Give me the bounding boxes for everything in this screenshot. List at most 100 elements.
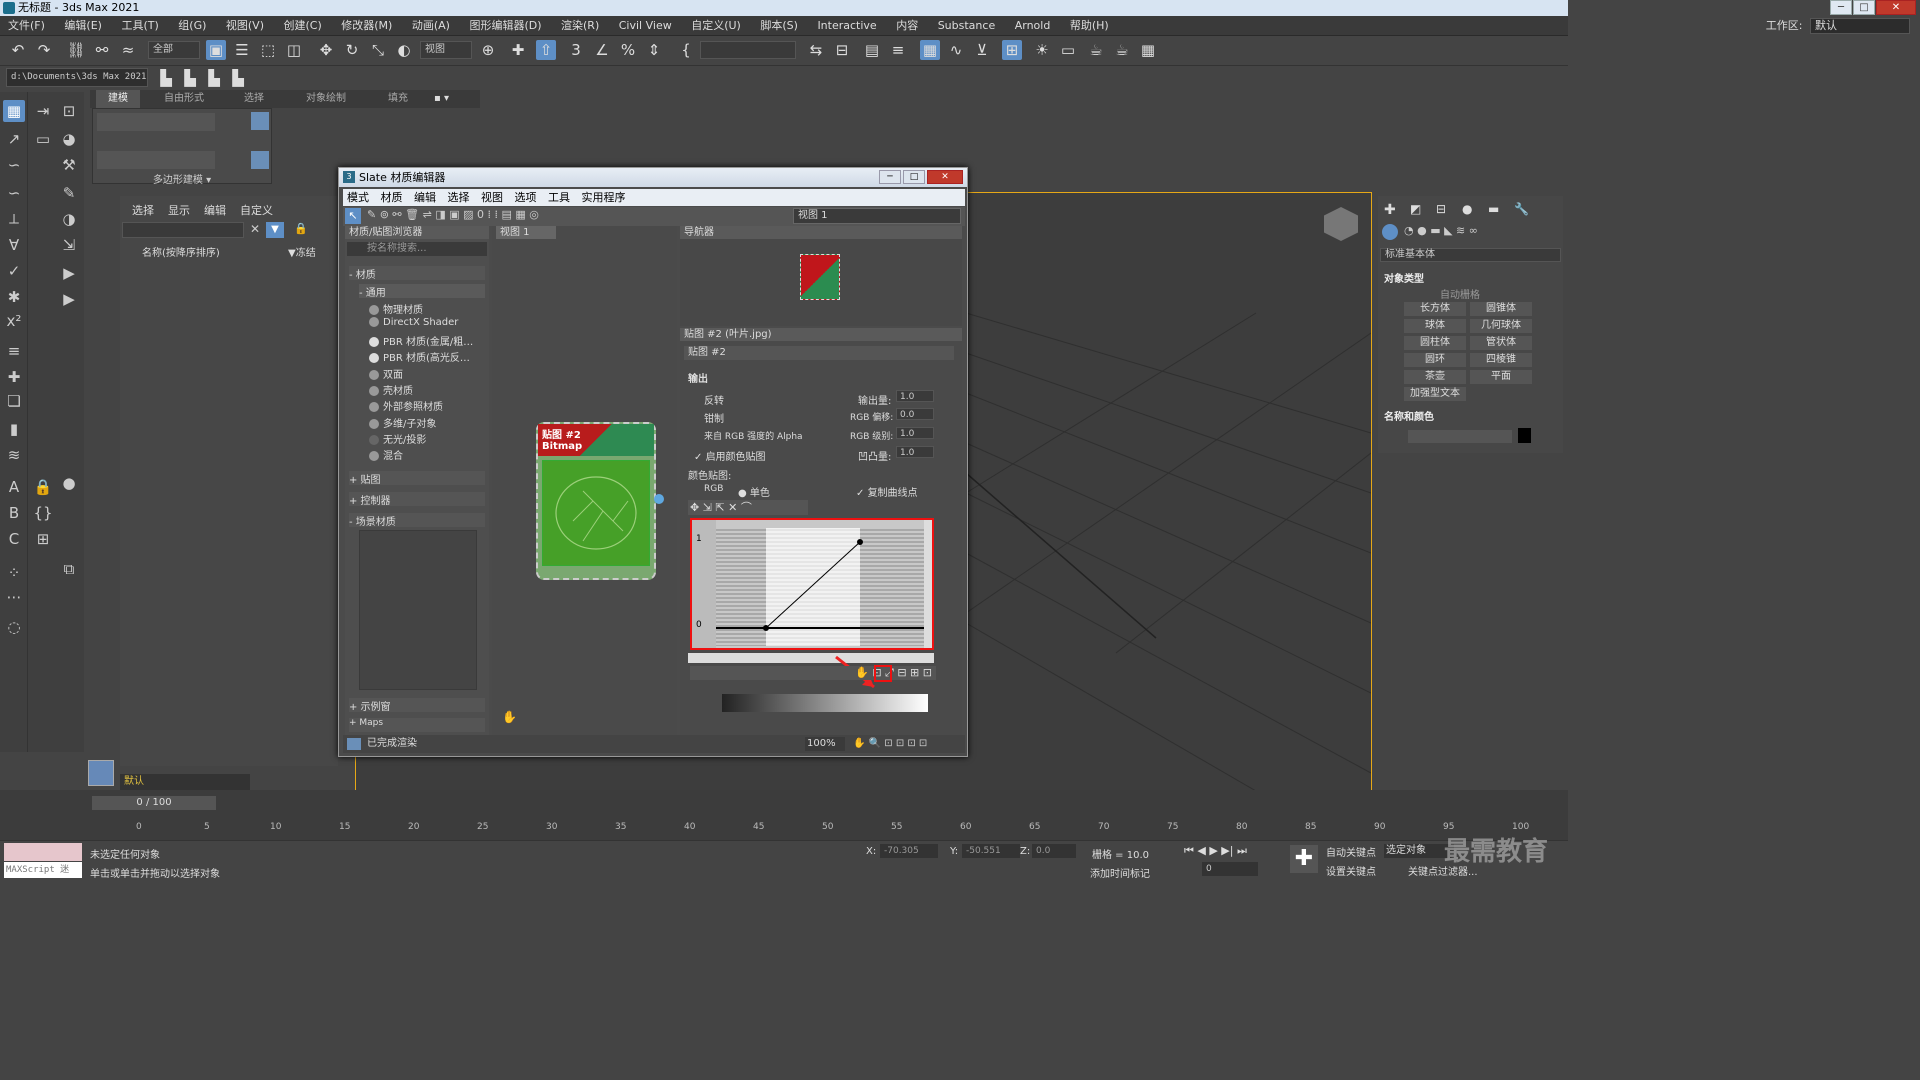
- output-amount-spinner[interactable]: 1.0: [896, 390, 934, 402]
- keyboard-shortcut-icon[interactable]: ⇧: [536, 40, 556, 60]
- current-frame-field[interactable]: 0: [1202, 862, 1258, 876]
- select-by-name-icon[interactable]: ☰: [232, 40, 252, 60]
- selection-filter-dropdown[interactable]: 全部: [148, 41, 200, 59]
- material-item[interactable]: 双面: [369, 366, 403, 381]
- menu-modifiers[interactable]: 修改器(M): [333, 16, 400, 36]
- menu-content[interactable]: 内容: [888, 16, 926, 36]
- project-settings-icon[interactable]: ▙: [228, 68, 248, 88]
- place-icon[interactable]: ◐: [394, 40, 414, 60]
- map-name-field[interactable]: 贴图 #2: [684, 346, 954, 360]
- slate-select-icon[interactable]: ↖: [345, 208, 361, 224]
- material-item[interactable]: PBR 材质(金属/粗…: [369, 333, 473, 348]
- edge-snap-icon[interactable]: ✓: [3, 260, 25, 282]
- scene-materials-group[interactable]: - 场景材质: [349, 513, 485, 528]
- lock-small-icon[interactable]: 🔒: [294, 222, 308, 235]
- add-key-icon[interactable]: ✚: [1290, 845, 1318, 873]
- slate-tool-icons[interactable]: ✎ ⊚ ⚯ 🗑 ⇌ ◨ ▣ ▨ 0 ⁞ ⁞ ▤ ▦ ◎: [367, 208, 539, 221]
- modify-tab-icon[interactable]: ◩: [1410, 202, 1421, 216]
- dots-icon[interactable]: ⁘: [3, 562, 25, 584]
- workspace-dropdown[interactable]: 默认: [1810, 18, 1910, 34]
- name-color-header[interactable]: 名称和颜色: [1384, 408, 1434, 423]
- clamp-checkbox[interactable]: 钳制: [704, 410, 724, 425]
- hierarchy-tab-icon[interactable]: ⊟: [1436, 202, 1446, 216]
- y-coord-field[interactable]: -50.551: [962, 844, 1020, 858]
- color-map-curve[interactable]: 1 0: [690, 518, 934, 650]
- material-item[interactable]: 无光/投影: [369, 431, 426, 446]
- clear-search-icon[interactable]: ✕: [250, 222, 262, 238]
- material-item[interactable]: 混合: [369, 447, 403, 462]
- scene-search-input[interactable]: [122, 222, 244, 238]
- bitmap-node[interactable]: 贴图 #2 Bitmap: [536, 422, 664, 580]
- slate-menu-modes[interactable]: 模式: [343, 189, 373, 206]
- navigator-thumbnail[interactable]: [800, 254, 840, 300]
- slate-menu-edit[interactable]: 编辑: [410, 189, 440, 206]
- window-crossing-icon[interactable]: ◫: [284, 40, 304, 60]
- z-coord-field[interactable]: 0.0: [1032, 844, 1076, 858]
- tab-modeling[interactable]: 建模: [96, 90, 140, 108]
- zoom-dropdown[interactable]: 100%: [805, 737, 845, 751]
- menu-scripting[interactable]: 脚本(S): [752, 16, 806, 36]
- utilities-tab-icon[interactable]: 🔧: [1514, 202, 1529, 216]
- paint-select-icon[interactable]: ↗: [3, 128, 25, 150]
- menu-edit[interactable]: 编辑(E): [56, 16, 110, 36]
- shapes-icon[interactable]: ◔ ● ▬ ◣ ≋ ∞: [1404, 224, 1478, 237]
- textplus-button[interactable]: 加强型文本: [1404, 387, 1466, 401]
- curve-view-tools[interactable]: ✋ ⊡ ⤢ ⊟ ⊞ ⊡: [690, 666, 936, 680]
- maxscript-listener-pink[interactable]: [4, 843, 82, 861]
- stack-tool-icon[interactable]: ⧉: [58, 558, 80, 580]
- copy-curve-points-checkbox[interactable]: ✓ 复制曲线点: [856, 484, 918, 499]
- render-icon[interactable]: ☕: [1086, 40, 1106, 60]
- select-tool-icon[interactable]: ▦: [3, 100, 25, 122]
- geometry-icon[interactable]: [1382, 224, 1398, 240]
- align-icon[interactable]: ⊟: [832, 40, 852, 60]
- curve-vscroll[interactable]: [924, 520, 932, 648]
- menu-file[interactable]: 文件(F): [0, 16, 53, 36]
- rotate-icon[interactable]: ↻: [342, 40, 362, 60]
- viewport-icon[interactable]: ▮: [3, 418, 25, 440]
- tab-selection[interactable]: 选择: [244, 90, 264, 108]
- curve-tools-icon[interactable]: ✥ ⇲ ⇱ ✕ ⌒: [688, 500, 808, 515]
- render-iterative-icon[interactable]: ☕: [1112, 40, 1132, 60]
- menu-rendering[interactable]: 渲染(R): [553, 16, 607, 36]
- lock-icon[interactable]: 🔒: [32, 476, 54, 498]
- text-b-icon[interactable]: B: [3, 502, 25, 524]
- materials-group[interactable]: - 材质: [349, 266, 485, 281]
- scene-menu-select[interactable]: 选择: [132, 202, 154, 218]
- invert-checkbox[interactable]: 反转: [704, 392, 724, 407]
- ring-icon[interactable]: ◌: [3, 616, 25, 638]
- undo-icon[interactable]: ↶: [8, 40, 28, 60]
- layer-dropdown[interactable]: 默认: [120, 774, 250, 790]
- view-dropdown[interactable]: 视图 1: [793, 208, 961, 224]
- viewport-layout-icon[interactable]: [88, 760, 114, 786]
- ribbon-group-label[interactable]: 多边形建模 ▾: [93, 171, 271, 186]
- menu-create[interactable]: 创建(C): [276, 16, 330, 36]
- timeline-ruler[interactable]: 0 5 10 15 20 25 30 35 40 45 50 55 60 65 …: [130, 822, 1530, 840]
- close-button[interactable]: ✕: [1876, 0, 1916, 15]
- rendered-frame-window-icon[interactable]: ▭: [1058, 40, 1078, 60]
- sample-slots-group[interactable]: + 示例窗: [349, 698, 485, 713]
- unlink-icon[interactable]: ⚯: [92, 40, 112, 60]
- dash-icon[interactable]: ⋯: [3, 586, 25, 608]
- slate-menu-view[interactable]: 视图: [477, 189, 507, 206]
- ref-coord-dropdown[interactable]: 视图: [420, 41, 472, 59]
- slate-minimize-button[interactable]: ─: [879, 170, 901, 184]
- node-view[interactable]: 视图 1 贴图 #2 Bitmap ✋: [492, 226, 677, 735]
- list-tool-icon[interactable]: ▶: [58, 288, 80, 310]
- mirror-icon[interactable]: ⇆: [806, 40, 826, 60]
- scene-explorer-icon[interactable]: ▤: [862, 40, 882, 60]
- frozen-column-header[interactable]: ▼冻结: [288, 244, 316, 259]
- material-item[interactable]: 外部参照材质: [369, 398, 443, 413]
- snapshot-icon[interactable]: ⊡: [58, 100, 80, 122]
- general-group[interactable]: - 通用: [359, 284, 485, 299]
- menu-civil-view[interactable]: Civil View: [611, 16, 680, 36]
- box-icon[interactable]: ▭: [32, 128, 54, 150]
- snap-2d-icon[interactable]: ∽: [3, 154, 25, 176]
- set-key-button[interactable]: 设置关键点: [1326, 863, 1376, 878]
- playback-controls[interactable]: ⏮ ◀ ▶ ▶| ⏭: [1184, 844, 1247, 858]
- plane-button[interactable]: 平面: [1470, 370, 1532, 384]
- object-color-swatch[interactable]: [1518, 428, 1531, 443]
- tab-object-paint[interactable]: 对象绘制: [306, 90, 346, 108]
- schematic-view-icon[interactable]: ⊻: [972, 40, 992, 60]
- autogrid-checkbox[interactable]: 自动栅格: [1440, 286, 1480, 301]
- menu-group[interactable]: 组(G): [170, 16, 214, 36]
